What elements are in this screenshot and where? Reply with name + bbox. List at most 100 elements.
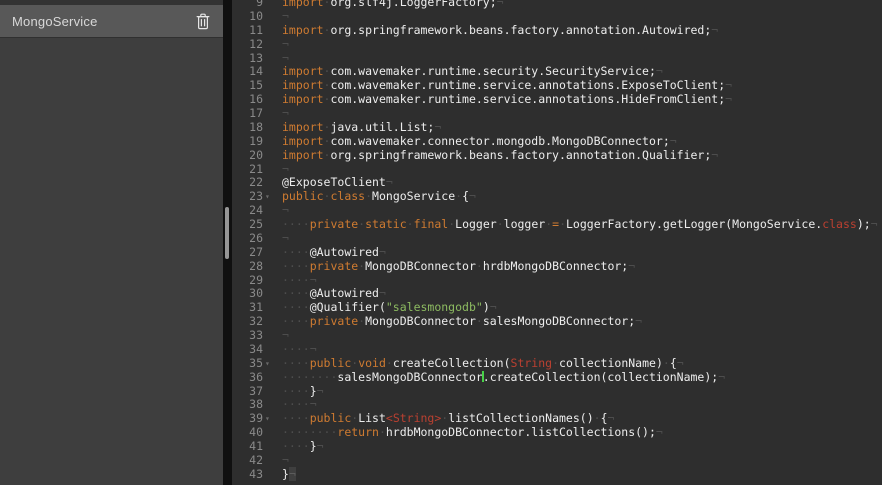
code-text[interactable]: ····@Autowired¬ (278, 246, 386, 260)
code-line[interactable]: 36········salesMongoDBConnector.createCo… (232, 371, 882, 385)
code-line[interactable]: 22@ExposeToClient¬ (232, 176, 882, 190)
code-line[interactable]: 31····@Qualifier("salesmongodb")¬ (232, 301, 882, 315)
newline-marker: ¬ (282, 328, 289, 342)
code-line[interactable]: 17¬ (232, 107, 882, 121)
code-text[interactable]: ········return·hrdbMongoDBConnector.list… (278, 426, 663, 440)
code-text[interactable]: ········salesMongoDBConnector.createColl… (278, 371, 725, 385)
code-text[interactable]: ····}¬ (278, 385, 324, 399)
code-line[interactable]: 24¬ (232, 204, 882, 218)
gutter: 29 (232, 274, 278, 288)
code-line[interactable]: 13¬ (232, 52, 882, 66)
fold-arrow-icon[interactable]: ▾ (263, 190, 278, 204)
code-text[interactable]: public·class·MongoService·{¬ (278, 190, 476, 204)
code-text[interactable]: ····@Qualifier("salesmongodb")¬ (278, 301, 497, 315)
newline-marker: ¬ (379, 245, 386, 259)
code-text[interactable]: ¬ (278, 329, 289, 343)
code-line[interactable]: 18import·java.util.List;¬ (232, 121, 882, 135)
token-plain: { (601, 411, 608, 425)
gutter: 26 (232, 232, 278, 246)
code-text[interactable]: ····private·MongoDBConnector·salesMongoD… (278, 315, 642, 329)
fold-slot (263, 246, 278, 260)
line-number: 40 (249, 426, 263, 440)
code-text[interactable]: ¬ (278, 163, 289, 177)
code-text[interactable]: ¬ (278, 52, 289, 66)
code-text[interactable]: ····@Autowired¬ (278, 287, 386, 301)
newline-marker: ¬ (310, 273, 317, 287)
token-plain: createCollection( (393, 356, 511, 370)
code-line[interactable]: 39▾····public·List<String>·listCollectio… (232, 412, 882, 426)
gutter: 14 (232, 65, 278, 79)
fold-slot (263, 24, 278, 38)
code-editor[interactable]: 9import·org.slf4j.LoggerFactory;¬10¬11im… (232, 0, 882, 485)
fold-slot (263, 329, 278, 343)
code-line[interactable]: 42¬ (232, 454, 882, 468)
code-line[interactable]: 27····@Autowired¬ (232, 246, 882, 260)
gutter: 12 (232, 38, 278, 52)
code-line[interactable]: 16import·com.wavemaker.runtime.service.a… (232, 93, 882, 107)
fold-arrow-icon[interactable]: ▾ (263, 357, 278, 371)
code-line[interactable]: 19import·com.wavemaker.connector.mongodb… (232, 135, 882, 149)
code-text[interactable]: import·com.wavemaker.runtime.security.Se… (278, 65, 663, 79)
code-text[interactable]: ····private·MongoDBConnector·hrdbMongoDB… (278, 260, 635, 274)
code-text[interactable]: @ExposeToClient¬ (278, 176, 393, 190)
scrollbar-thumb[interactable] (225, 207, 229, 259)
code-line[interactable]: 9import·org.slf4j.LoggerFactory;¬ (232, 0, 882, 10)
code-text[interactable]: import·org.slf4j.LoggerFactory;¬ (278, 0, 504, 10)
line-number: 32 (249, 315, 263, 329)
code-text[interactable]: import·org.springframework.beans.factory… (278, 149, 718, 163)
code-text[interactable]: import·org.springframework.beans.factory… (278, 24, 718, 38)
code-line[interactable]: 35▾····public·void·createCollection(Stri… (232, 357, 882, 371)
code-text[interactable]: ····private·static·final·Logger·logger·=… (278, 218, 878, 232)
whitespace-dots: · (476, 314, 483, 328)
code-line[interactable]: 43}¬ (232, 468, 882, 482)
code-line[interactable]: 15import·com.wavemaker.runtime.service.a… (232, 79, 882, 93)
line-number: 14 (249, 65, 263, 79)
code-line[interactable]: 29····¬ (232, 274, 882, 288)
code-text[interactable]: ····¬ (278, 274, 317, 288)
token-keyword: public (310, 411, 352, 425)
whitespace-dots: ···· (282, 314, 310, 328)
code-line[interactable]: 14 import·com.wavemaker.runtime.security.… (232, 65, 882, 79)
code-line[interactable]: 38····¬ (232, 398, 882, 412)
token-plain: @ExposeToClient (282, 175, 386, 189)
delete-service-button[interactable] (196, 13, 210, 30)
code-text[interactable]: ····¬ (278, 398, 317, 412)
code-line[interactable]: 41····}¬ (232, 440, 882, 454)
code-line[interactable]: 28····private·MongoDBConnector·hrdbMongo… (232, 260, 882, 274)
code-line[interactable]: 32 ····private·MongoDBConnector·salesMong… (232, 315, 882, 329)
code-line[interactable]: 37····}¬ (232, 385, 882, 399)
code-text[interactable]: import·com.wavemaker.runtime.service.ann… (278, 79, 732, 93)
code-text[interactable]: ····public·List<String>·listCollectionNa… (278, 412, 614, 426)
code-text[interactable]: }¬ (278, 468, 296, 482)
code-text[interactable]: ¬ (278, 232, 289, 246)
code-text[interactable]: ¬ (278, 38, 289, 52)
code-line[interactable]: 34····¬ (232, 343, 882, 357)
code-line[interactable]: 12¬ (232, 38, 882, 52)
code-text[interactable]: ¬ (278, 10, 289, 24)
code-line[interactable]: 30····@Autowired¬ (232, 287, 882, 301)
fold-slot (263, 398, 278, 412)
code-line[interactable]: 21¬ (232, 163, 882, 177)
code-text[interactable]: import·com.wavemaker.runtime.service.ann… (278, 93, 732, 107)
code-line[interactable]: 25····private·static·final·Logger·logger… (232, 218, 882, 232)
fold-slot (263, 149, 278, 163)
code-line[interactable]: 10¬ (232, 10, 882, 24)
code-text[interactable]: ¬ (278, 107, 289, 121)
code-text[interactable]: ····}¬ (278, 440, 324, 454)
code-text[interactable]: ¬ (278, 204, 289, 218)
code-line[interactable]: 23▾public·class·MongoService·{¬ (232, 190, 882, 204)
code-line[interactable]: 40 ········return·hrdbMongoDBConnector.li… (232, 426, 882, 440)
sidebar-scrollbar-track[interactable] (223, 0, 232, 485)
code-line[interactable]: 26¬ (232, 232, 882, 246)
code-line[interactable]: 33¬ (232, 329, 882, 343)
code-text[interactable]: ····public·void·createCollection(String·… (278, 357, 684, 371)
code-text[interactable]: import·com.wavemaker.connector.mongodb.M… (278, 135, 677, 149)
sidebar-item-mongoservice[interactable]: MongoService (0, 5, 223, 38)
fold-slot (263, 218, 278, 232)
code-line[interactable]: 11import·org.springframework.beans.facto… (232, 24, 882, 38)
fold-arrow-icon[interactable]: ▾ (263, 412, 278, 426)
code-line[interactable]: 20import·org.springframework.beans.facto… (232, 149, 882, 163)
code-text[interactable]: ¬ (278, 454, 289, 468)
code-text[interactable]: ····¬ (278, 343, 317, 357)
code-text[interactable]: import·java.util.List;¬ (278, 121, 441, 135)
